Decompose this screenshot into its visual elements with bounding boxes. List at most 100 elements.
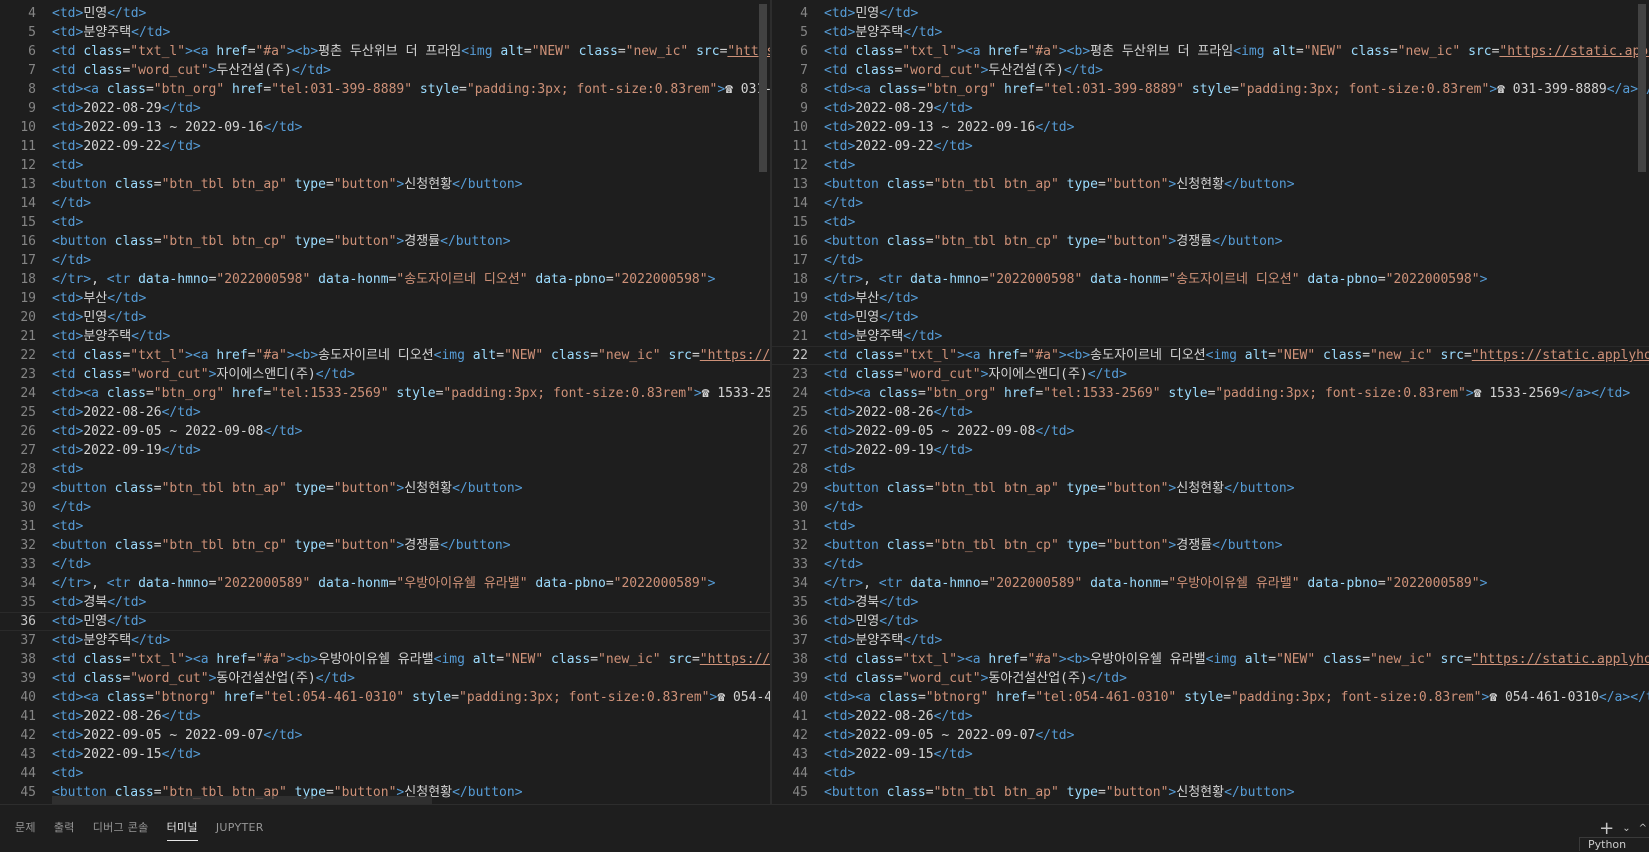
code-line[interactable]: 8 <td><a class="btn_org" href="tel:031-39… [772,80,1649,99]
editor-pane-right[interactable]: 4 <td>민영</td> 5 <td>분양주택</td> 6 <td class="tx… [772,0,1649,804]
code-line[interactable]: 4 <td>민영</td> [0,4,770,23]
code-text[interactable]: </tr>, <tr data-hmno="2022000589" data-h… [824,574,1649,593]
plus-icon[interactable]: + [1595,818,1618,839]
code-text[interactable]: <button class="btn_tbl btn_ap" type="but… [52,479,770,498]
code-text[interactable]: <td class="word_cut">동아건설산업(주)</td> [824,669,1649,688]
code-line[interactable]: 26 <td>2022-09-05 ~ 2022-09-08</td> [0,422,770,441]
code-line[interactable]: 24 <td><a class="btn_org" href="tel:1533-… [0,384,770,403]
code-line[interactable]: 10 <td>2022-09-13 ~ 2022-09-16</td> [0,118,770,137]
code-text[interactable]: <td> [824,517,1649,536]
code-line[interactable]: 36 <td>민영</td> [772,612,1649,631]
code-line[interactable]: 32 <button class="btn_tbl btn_cp" type="b… [772,536,1649,555]
code-text[interactable]: <td>2022-09-22</td> [824,137,1649,156]
code-line[interactable]: 40 <td><a class="btnorg" href="tel:054-46… [0,688,770,707]
code-line[interactable]: 20 <td>민영</td> [0,308,770,327]
code-text[interactable]: <td><a class="btn_org" href="tel:031-399… [824,80,1649,99]
code-line[interactable]: 6 <td class="txt_l"><a href="#a"><b>평촌 두산… [0,42,770,61]
code-text[interactable]: <td>분양주택</td> [52,23,770,42]
code-line[interactable]: 27 <td>2022-09-19</td> [772,441,1649,460]
code-text[interactable]: <td class="word_cut">동아건설산업(주)</td> [52,669,770,688]
code-text[interactable]: <td>민영</td> [824,4,1649,23]
code-text[interactable]: </td> [52,555,770,574]
code-text[interactable]: <td> [824,156,1649,175]
code-line[interactable]: 15 <td> [0,213,770,232]
code-line[interactable]: 43 <td>2022-09-15</td> [0,745,770,764]
code-text[interactable]: <td>민영</td> [52,4,770,23]
code-line[interactable]: 7 <td class="word_cut">두산건설(주)</td> [772,61,1649,80]
code-text[interactable]: <td>2022-09-05 ~ 2022-09-08</td> [52,422,770,441]
code-text[interactable]: <td>2022-09-15</td> [52,745,770,764]
code-line[interactable]: 39 <td class="word_cut">동아건설산업(주)</td> [772,669,1649,688]
code-text[interactable]: </tr>, <tr data-hmno="2022000598" data-h… [52,270,770,289]
code-text[interactable]: <td>분양주택</td> [52,631,770,650]
code-line[interactable]: 41 <td>2022-08-26</td> [772,707,1649,726]
code-text[interactable]: </td> [52,194,770,213]
code-text[interactable]: <td><a class="btnorg" href="tel:054-461-… [52,688,770,707]
code-line[interactable]: 25 <td>2022-08-26</td> [772,403,1649,422]
code-text[interactable]: <td class="word_cut">자이에스앤디(주)</td> [52,365,770,384]
tab-terminal[interactable]: 터미널 [158,805,207,851]
code-text[interactable]: <td>경북</td> [824,593,1649,612]
code-text[interactable]: <td>2022-09-13 ~ 2022-09-16</td> [824,118,1649,137]
code-line[interactable]: 18 </tr>, <tr data-hmno="2022000598" data… [0,270,770,289]
code-line[interactable]: 20 <td>민영</td> [772,308,1649,327]
code-text[interactable]: <td> [52,764,770,783]
code-text[interactable]: <td>2022-09-19</td> [52,441,770,460]
code-text[interactable]: <td>분양주택</td> [824,23,1649,42]
code-line[interactable]: 19 <td>부산</td> [772,289,1649,308]
code-text[interactable]: </tr>, <tr data-hmno="2022000598" data-h… [824,270,1649,289]
code-text[interactable]: <td class="txt_l"><a href="#a"><b>우방아이유쉘… [824,650,1649,669]
code-text[interactable]: </tr>, <tr data-hmno="2022000589" data-h… [52,574,770,593]
code-text[interactable]: </td> [824,194,1649,213]
chevron-down-icon[interactable]: ⌄ [1618,823,1634,834]
code-text[interactable]: <button class="btn_tbl btn_cp" type="but… [824,232,1649,251]
code-line[interactable]: 9 <td>2022-08-29</td> [0,99,770,118]
code-line[interactable]: 13 <button class="btn_tbl btn_ap" type="b… [0,175,770,194]
code-line[interactable]: 27 <td>2022-09-19</td> [0,441,770,460]
code-text[interactable]: <button class="btn_tbl btn_ap" type="but… [824,783,1649,802]
code-line[interactable]: 38 <td class="txt_l"><a href="#a"><b>우방아이… [0,650,770,669]
code-line[interactable]: 12 <td> [0,156,770,175]
code-line[interactable]: 39 <td class="word_cut">동아건설산업(주)</td> [0,669,770,688]
code-text[interactable]: <td>부산</td> [824,289,1649,308]
code-line[interactable]: 16 <button class="btn_tbl btn_cp" type="b… [0,232,770,251]
code-text[interactable]: <td>분양주택</td> [824,631,1649,650]
code-line[interactable]: 28 <td> [0,460,770,479]
code-text[interactable]: <td class="word_cut">두산건설(주)</td> [824,61,1649,80]
code-text[interactable]: </td> [824,555,1649,574]
code-line[interactable]: 33 </td> [0,555,770,574]
code-line[interactable]: 21 <td>분양주택</td> [772,327,1649,346]
code-line[interactable]: 41 <td>2022-08-26</td> [0,707,770,726]
code-line[interactable]: 17 </td> [772,251,1649,270]
code-line[interactable]: 16 <button class="btn_tbl btn_cp" type="b… [772,232,1649,251]
code-line[interactable]: 13 <button class="btn_tbl btn_ap" type="b… [772,175,1649,194]
code-line[interactable]: 22 <td class="txt_l"><a href="#a"><b>송도자이… [772,346,1649,365]
code-line[interactable]: 36 <td>민영</td> [0,612,770,631]
code-text[interactable]: <button class="btn_tbl btn_ap" type="but… [52,175,770,194]
code-text[interactable]: <td> [824,460,1649,479]
code-text[interactable]: <td>2022-08-26</td> [824,707,1649,726]
code-text[interactable]: <td><a class="btn_org" href="tel:1533-25… [824,384,1649,403]
code-line[interactable]: 33 </td> [772,555,1649,574]
code-line[interactable]: 11 <td>2022-09-22</td> [0,137,770,156]
code-text[interactable]: </td> [824,251,1649,270]
code-line[interactable]: 8 <td><a class="btn_org" href="tel:031-39… [0,80,770,99]
code-text[interactable]: <td>경북</td> [52,593,770,612]
code-text[interactable]: <td>2022-09-05 ~ 2022-09-08</td> [824,422,1649,441]
code-line[interactable]: 35 <td>경북</td> [0,593,770,612]
tab-problems[interactable]: 문제 [6,805,45,851]
code-line[interactable]: 35 <td>경북</td> [772,593,1649,612]
code-line[interactable]: 11 <td>2022-09-22</td> [772,137,1649,156]
code-text[interactable]: <td>민영</td> [52,308,770,327]
code-text[interactable]: <td> [52,156,770,175]
code-line[interactable]: 7 <td class="word_cut">두산건설(주)</td> [0,61,770,80]
code-line[interactable]: 44 <td> [0,764,770,783]
code-line[interactable]: 34 </tr>, <tr data-hmno="2022000589" data… [772,574,1649,593]
code-text[interactable]: <td> [52,213,770,232]
code-text[interactable]: <td>2022-08-26</td> [52,707,770,726]
code-text[interactable]: <td><a class="btnorg" href="tel:054-461-… [824,688,1649,707]
code-line[interactable]: 31 <td> [772,517,1649,536]
horizontal-scrollbar-left[interactable] [52,796,432,804]
scrollbar-thumb[interactable] [759,4,767,172]
code-line[interactable]: 22 <td class="txt_l"><a href="#a"><b>송도자이… [0,346,770,365]
